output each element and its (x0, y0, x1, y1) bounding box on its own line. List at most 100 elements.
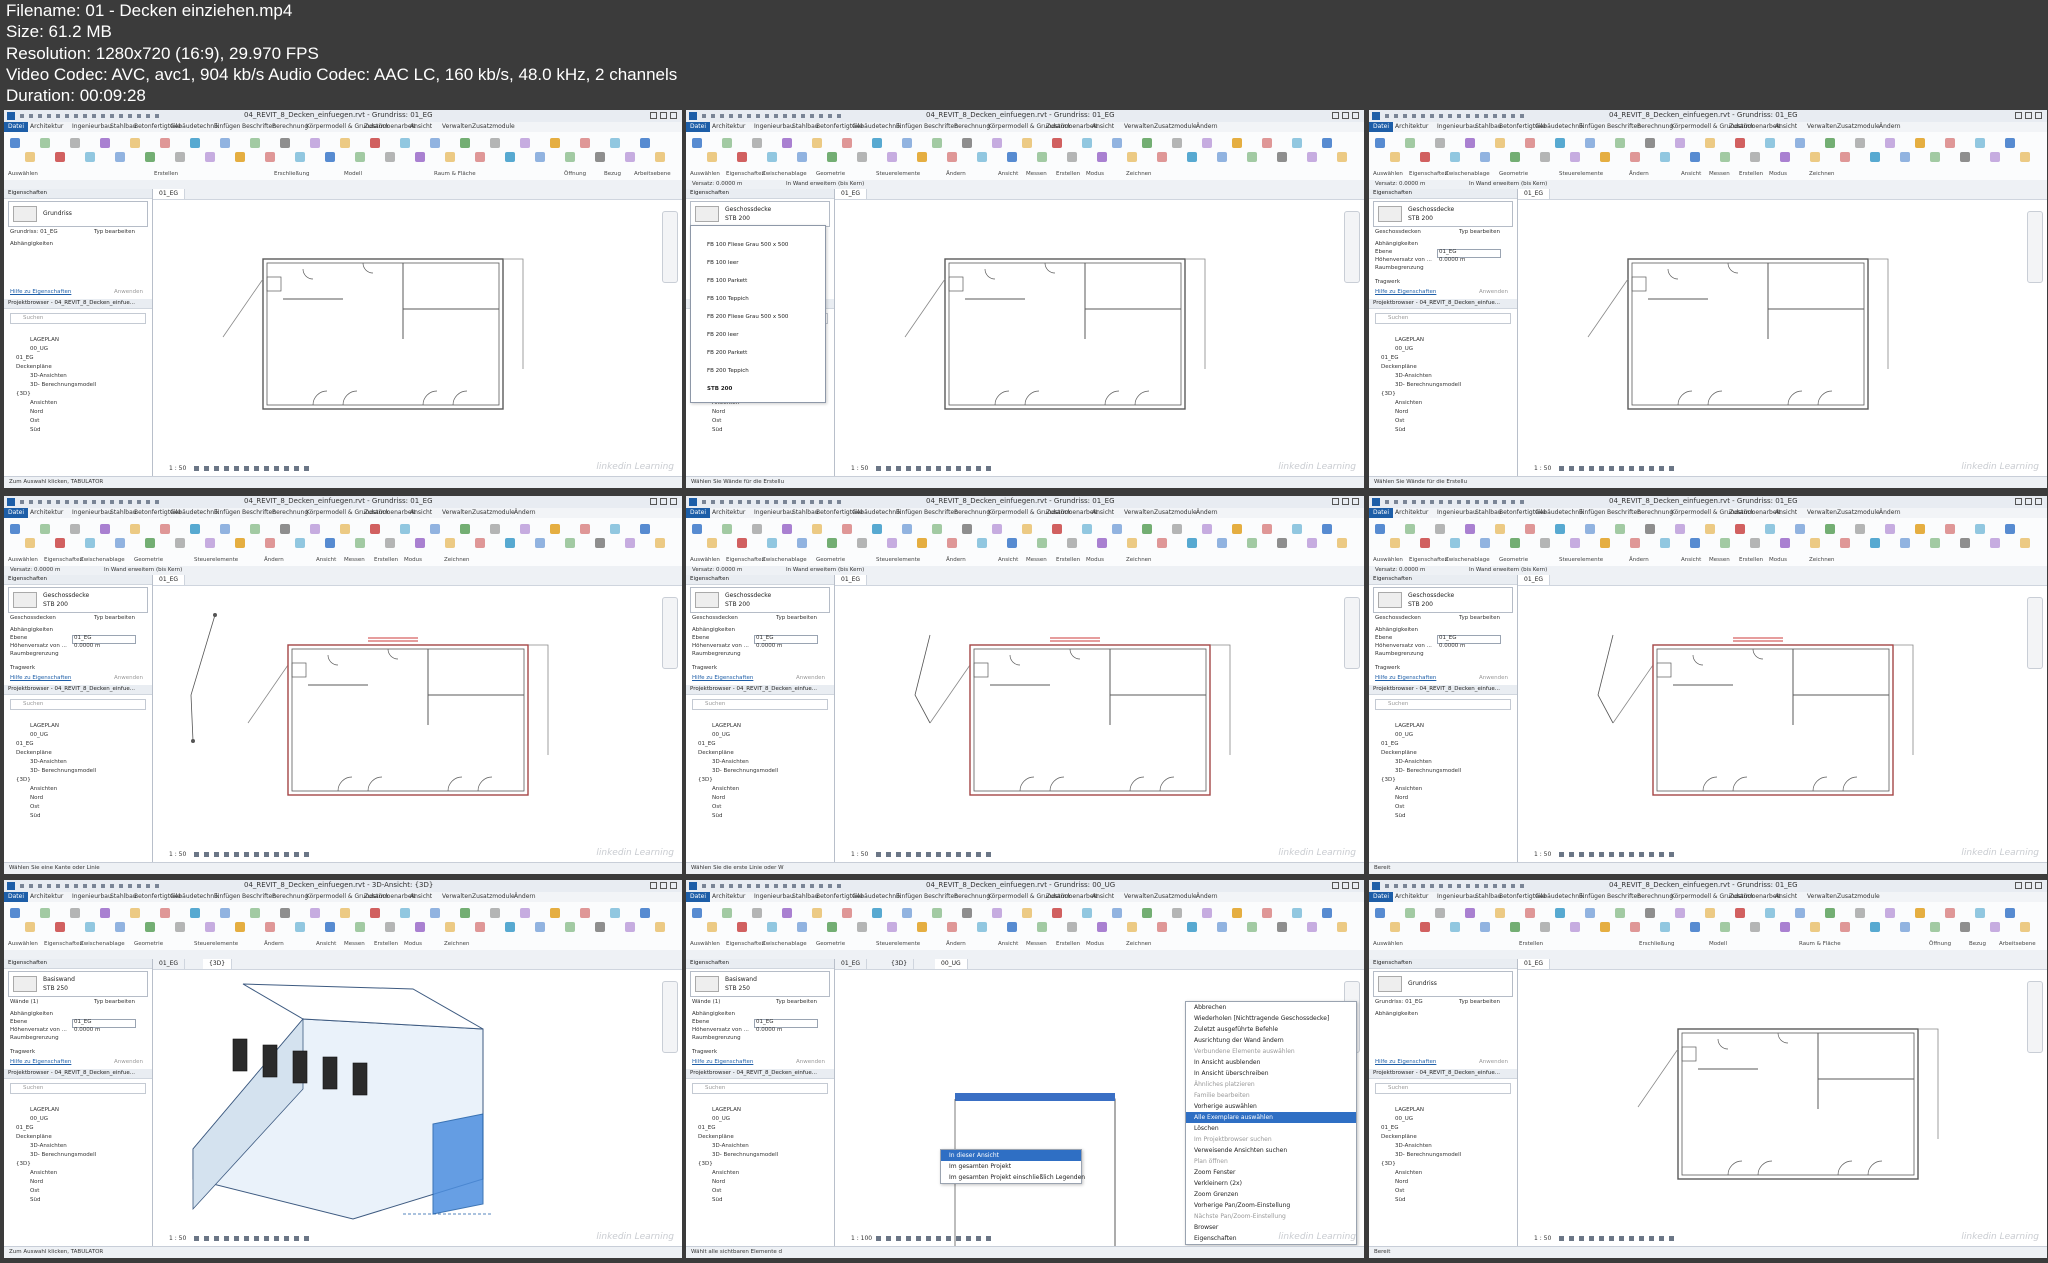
ribbon-tool-icon[interactable] (565, 922, 575, 932)
ribbon-tool-icon[interactable] (1615, 524, 1625, 534)
ribbon-tool-icon[interactable] (115, 538, 125, 548)
ribbon-tab[interactable]: Einfügen (214, 509, 240, 516)
ribbon-tool-icon[interactable] (1450, 152, 1460, 162)
ribbon-tool-icon[interactable] (445, 538, 455, 548)
ribbon-tool-icon[interactable] (812, 908, 822, 918)
ribbon-tool-icon[interactable] (827, 922, 837, 932)
ribbon-tool-icon[interactable] (1630, 152, 1640, 162)
view-control-bar[interactable] (876, 466, 996, 471)
ribbon-tool-icon[interactable] (1037, 922, 1047, 932)
instance-filter[interactable]: Geschossdecken (1375, 615, 1421, 621)
ribbon-tool-icon[interactable] (1975, 908, 1985, 918)
ribbon-tool-icon[interactable] (1735, 908, 1745, 918)
ribbon-tool-icon[interactable] (692, 524, 702, 534)
ribbon-tab[interactable]: Zusammenarbeit (1729, 123, 1781, 130)
ribbon-tool-icon[interactable] (1810, 152, 1820, 162)
ribbon-tool-icon[interactable] (1540, 538, 1550, 548)
browser-tree-item[interactable]: Deckenpläne (1381, 364, 1417, 370)
ribbon-tool-icon[interactable] (550, 908, 560, 918)
browser-search-input[interactable]: Suchen (10, 1083, 146, 1094)
type-dropdown-item[interactable]: FB 200 Parkett (707, 350, 747, 356)
ribbon-tab[interactable]: Berechnung (954, 509, 990, 516)
ribbon-tool-icon[interactable] (1960, 922, 1970, 932)
browser-tree-item[interactable]: Ost (712, 1188, 721, 1194)
drawing-area[interactable]: 01_EG (1518, 189, 2047, 476)
ribbon-tool-icon[interactable] (1780, 152, 1790, 162)
ribbon-tool-icon[interactable] (1885, 524, 1895, 534)
browser-tree-item[interactable]: {3D} (1381, 391, 1396, 397)
ribbon-tool-icon[interactable] (655, 152, 665, 162)
ribbon-tool-icon[interactable] (722, 908, 732, 918)
ribbon-tool-icon[interactable] (1870, 922, 1880, 932)
browser-tree-item[interactable]: {3D} (16, 391, 31, 397)
ribbon-tool-icon[interactable] (1495, 908, 1505, 918)
ribbon-tab[interactable]: Einfügen (1579, 509, 1605, 516)
ribbon-tool-icon[interactable] (325, 922, 335, 932)
ribbon-tool-icon[interactable] (1390, 152, 1400, 162)
type-selector[interactable]: Basiswand STB 250 (8, 971, 148, 997)
browser-tree-item[interactable]: 01_EG (1381, 355, 1399, 361)
ribbon-tool-icon[interactable] (1630, 538, 1640, 548)
browser-tree-item[interactable]: Nord (1395, 409, 1408, 415)
revit-logo-icon[interactable] (689, 498, 697, 506)
ribbon-tab[interactable]: Beschriften (242, 509, 276, 516)
ribbon-tool-icon[interactable] (1337, 538, 1347, 548)
revit-logo-icon[interactable] (7, 498, 15, 506)
ribbon-tool-icon[interactable] (932, 524, 942, 534)
ribbon-tool-icon[interactable] (70, 908, 80, 918)
ribbon-tool-icon[interactable] (1435, 908, 1445, 918)
ribbon-tool-icon[interactable] (625, 538, 635, 548)
ribbon-tool-icon[interactable] (692, 138, 702, 148)
browser-tree-item[interactable]: {3D} (16, 777, 31, 783)
context-menu-item[interactable]: Zoom Grenzen (1186, 1189, 1356, 1200)
ribbon-tool-icon[interactable] (1405, 138, 1415, 148)
browser-tree-item[interactable]: 3D-Ansichten (1395, 759, 1432, 765)
view-scale[interactable]: 1 : 50 (851, 851, 868, 858)
ribbon-tool-icon[interactable] (1112, 908, 1122, 918)
context-menu-item[interactable]: Familie bearbeiten (1186, 1090, 1356, 1101)
ribbon-tool-icon[interactable] (1645, 524, 1655, 534)
ribbon-tool-icon[interactable] (812, 524, 822, 534)
ribbon-tool-icon[interactable] (280, 524, 290, 534)
ribbon-tool-icon[interactable] (887, 152, 897, 162)
ribbon-tool-icon[interactable] (1435, 138, 1445, 148)
ribbon-tool-icon[interactable] (1660, 538, 1670, 548)
ribbon-tool-icon[interactable] (1052, 138, 1062, 148)
ribbon-tab[interactable]: Einfügen (1579, 893, 1605, 900)
ribbon-tool-icon[interactable] (1900, 922, 1910, 932)
ribbon-tab[interactable]: Verwalten (442, 509, 472, 516)
browser-tree-item[interactable]: 01_EG (16, 741, 34, 747)
revit-logo-icon[interactable] (1372, 112, 1380, 120)
ribbon-tool-icon[interactable] (70, 138, 80, 148)
apply-button[interactable]: Anwenden (1479, 1059, 1508, 1065)
ribbon-tool-icon[interactable] (1840, 538, 1850, 548)
edit-type-button[interactable]: Typ bearbeiten (776, 615, 817, 621)
ribbon-tool-icon[interactable] (1585, 138, 1595, 148)
apply-button[interactable]: Anwenden (796, 675, 825, 681)
ribbon-tab[interactable]: Zusatzmodule (1837, 123, 1880, 130)
ribbon-tool-icon[interactable] (550, 524, 560, 534)
close-icon[interactable] (2035, 498, 2042, 505)
ribbon-tab[interactable]: Einfügen (896, 509, 922, 516)
browser-tree-item[interactable]: Ost (1395, 804, 1404, 810)
ribbon-tool-icon[interactable] (280, 908, 290, 918)
ribbon-tool-icon[interactable] (1990, 152, 2000, 162)
ribbon-tool-icon[interactable] (1930, 152, 1940, 162)
view-scale[interactable]: 1 : 50 (169, 851, 186, 858)
browser-tree-item[interactable]: 01_EG (16, 355, 34, 361)
ribbon-tool-icon[interactable] (1930, 922, 1940, 932)
ribbon-tool-icon[interactable] (692, 908, 702, 918)
view-scale[interactable]: 1 : 50 (851, 465, 868, 472)
browser-tree-item[interactable]: Deckenpläne (1381, 750, 1417, 756)
ribbon-tool-icon[interactable] (917, 922, 927, 932)
context-menu-item[interactable]: Plan öffnen (1186, 1156, 1356, 1167)
browser-tree-item[interactable]: 3D- Berechnungsmodell (1395, 1152, 1461, 1158)
type-selector[interactable]: Geschossdecke STB 200 (1373, 201, 1513, 227)
ribbon-tool-icon[interactable] (1187, 922, 1197, 932)
quick-access-toolbar[interactable] (1385, 884, 1525, 888)
ribbon-tool-icon[interactable] (1480, 538, 1490, 548)
browser-tree-item[interactable]: Süd (30, 427, 40, 433)
ribbon-tool-icon[interactable] (947, 152, 957, 162)
ribbon-tool-icon[interactable] (1840, 152, 1850, 162)
browser-tree-item[interactable]: LAGEPLAN (30, 723, 59, 729)
